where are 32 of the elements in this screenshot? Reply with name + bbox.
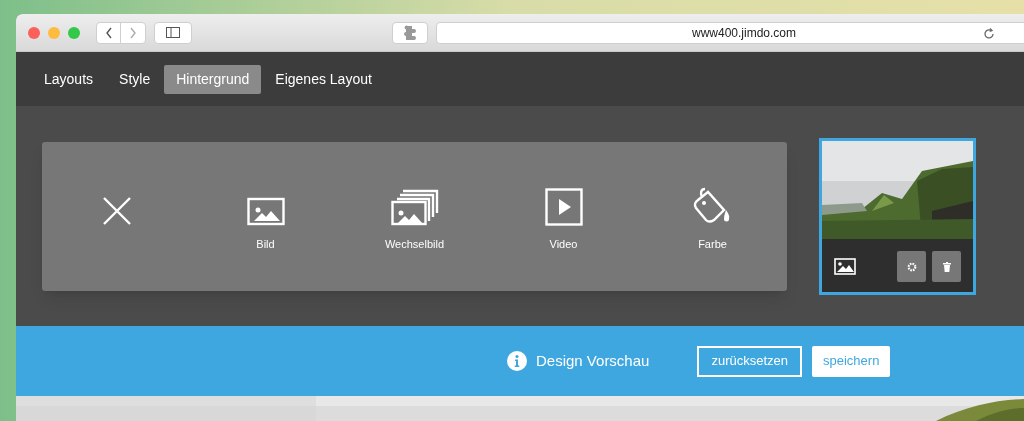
save-button[interactable]: speichern — [812, 345, 891, 377]
url-text: www400.jimdo.com — [691, 24, 796, 42]
settings-button[interactable] — [897, 251, 926, 282]
tab[interactable]: Hintergrund — [164, 64, 262, 94]
delete-button[interactable] — [932, 251, 961, 282]
tab[interactable]: Layouts — [32, 64, 106, 94]
chevron-right-icon — [129, 26, 137, 39]
option-label[interactable]: Bild — [256, 235, 275, 250]
gear-icon — [906, 261, 917, 272]
option-label[interactable]: Video — [549, 235, 578, 250]
close-icon[interactable] — [101, 195, 132, 226]
option-label[interactable]: Farbe — [698, 235, 727, 250]
sidebar-button[interactable] — [154, 21, 192, 44]
sidebar-icon — [166, 27, 180, 38]
image-stack-icon[interactable] — [390, 187, 439, 226]
preview-title: Design Vorschau — [536, 350, 650, 371]
chevron-left-icon — [104, 26, 113, 39]
info-icon — [507, 351, 527, 371]
reset-button[interactable]: zurücksetzen — [697, 345, 802, 377]
reload-icon[interactable] — [983, 26, 995, 40]
image-icon — [834, 258, 856, 275]
address-field[interactable]: www400.jimdo.com — [436, 21, 1024, 44]
close-button[interactable] — [28, 26, 40, 39]
option-label[interactable]: Wechselbild — [384, 235, 445, 250]
image-icon[interactable] — [246, 195, 285, 226]
tab[interactable]: Style — [107, 64, 163, 94]
background-thumbnail[interactable] — [819, 138, 976, 295]
extension-button[interactable] — [392, 21, 428, 44]
trash-icon — [942, 261, 951, 272]
tab[interactable]: Eigenes Layout — [263, 64, 384, 94]
puzzle-icon — [402, 24, 418, 41]
play-icon[interactable] — [544, 187, 583, 226]
